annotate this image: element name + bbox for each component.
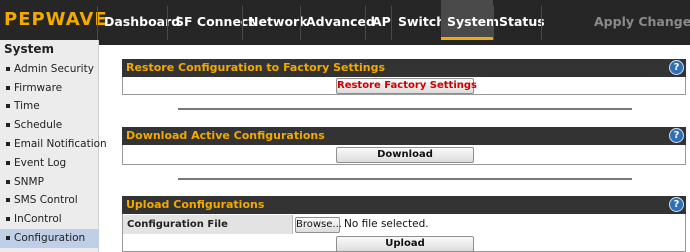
nav-separator (365, 6, 366, 40)
download-button[interactable]: Download (336, 147, 474, 163)
bullet-icon (6, 142, 10, 146)
tab-network[interactable]: Network (248, 14, 308, 29)
download-section-header: Download Active Configurations ? (122, 127, 686, 145)
nav-separator (493, 6, 494, 40)
nav-separator (97, 6, 98, 40)
nav-separator (167, 6, 168, 40)
question-mark-icon[interactable]: ? (669, 128, 684, 143)
tab-status[interactable]: Status (499, 14, 545, 29)
tab-ap[interactable]: AP (372, 14, 391, 29)
sidebar-item-schedule[interactable]: Schedule (0, 116, 99, 135)
bullet-icon (6, 161, 10, 165)
apply-changes-button[interactable]: Apply Changes (594, 14, 690, 29)
restore-section-title: Restore Configuration to Factory Setting… (126, 61, 386, 74)
upload-button[interactable]: Upload (336, 236, 474, 252)
nav-separator (242, 6, 243, 40)
browse-button[interactable]: Browse... (295, 217, 342, 233)
bullet-icon (6, 217, 10, 221)
bullet-icon (6, 123, 10, 127)
bullet-icon (6, 198, 10, 202)
bullet-icon (6, 104, 10, 108)
restore-factory-settings-button[interactable]: Restore Factory Settings (336, 78, 477, 94)
bullet-icon (6, 86, 10, 90)
question-mark-icon[interactable]: ? (669, 197, 684, 212)
sidebar-item-admin-security[interactable]: Admin Security (0, 60, 99, 79)
tab-switch[interactable]: Switch (398, 14, 445, 29)
sidebar-item-event-log[interactable]: Event Log (0, 154, 99, 173)
question-mark-icon[interactable]: ? (669, 60, 684, 75)
restore-section-header: Restore Configuration to Factory Setting… (122, 59, 686, 77)
bullet-icon (6, 236, 10, 240)
bullet-icon (6, 67, 10, 71)
pepwave-logo[interactable]: PEPWAVE (4, 9, 108, 30)
download-section-title: Download Active Configurations (126, 129, 325, 142)
nav-separator (541, 6, 542, 40)
sidebar-item-snmp[interactable]: SNMP (0, 173, 99, 192)
sidebar-item-sms-control[interactable]: SMS Control (0, 191, 99, 210)
nav-separator (300, 6, 301, 40)
upload-section-title: Upload Configurations (126, 198, 265, 211)
sidebar-item-firmware[interactable]: Firmware (0, 79, 99, 98)
sidebar-item-email-notification[interactable]: Email Notification (0, 135, 107, 154)
divider (178, 178, 632, 180)
tab-system[interactable]: System (447, 14, 499, 29)
sidebar-item-time[interactable]: Time (0, 97, 99, 116)
nav-separator (391, 6, 392, 40)
sidebar-item-configuration[interactable]: Configuration (0, 229, 99, 248)
file-status-text: No file selected. (344, 218, 429, 230)
tab-dashboard[interactable]: Dashboard (104, 14, 180, 29)
divider (178, 108, 632, 110)
sidebar-title: System (4, 42, 54, 56)
configuration-file-label: Configuration File (123, 215, 293, 234)
upload-section-header: Upload Configurations ? (122, 196, 686, 214)
bullet-icon (6, 180, 10, 184)
sidebar-item-incontrol[interactable]: InControl (0, 210, 99, 229)
